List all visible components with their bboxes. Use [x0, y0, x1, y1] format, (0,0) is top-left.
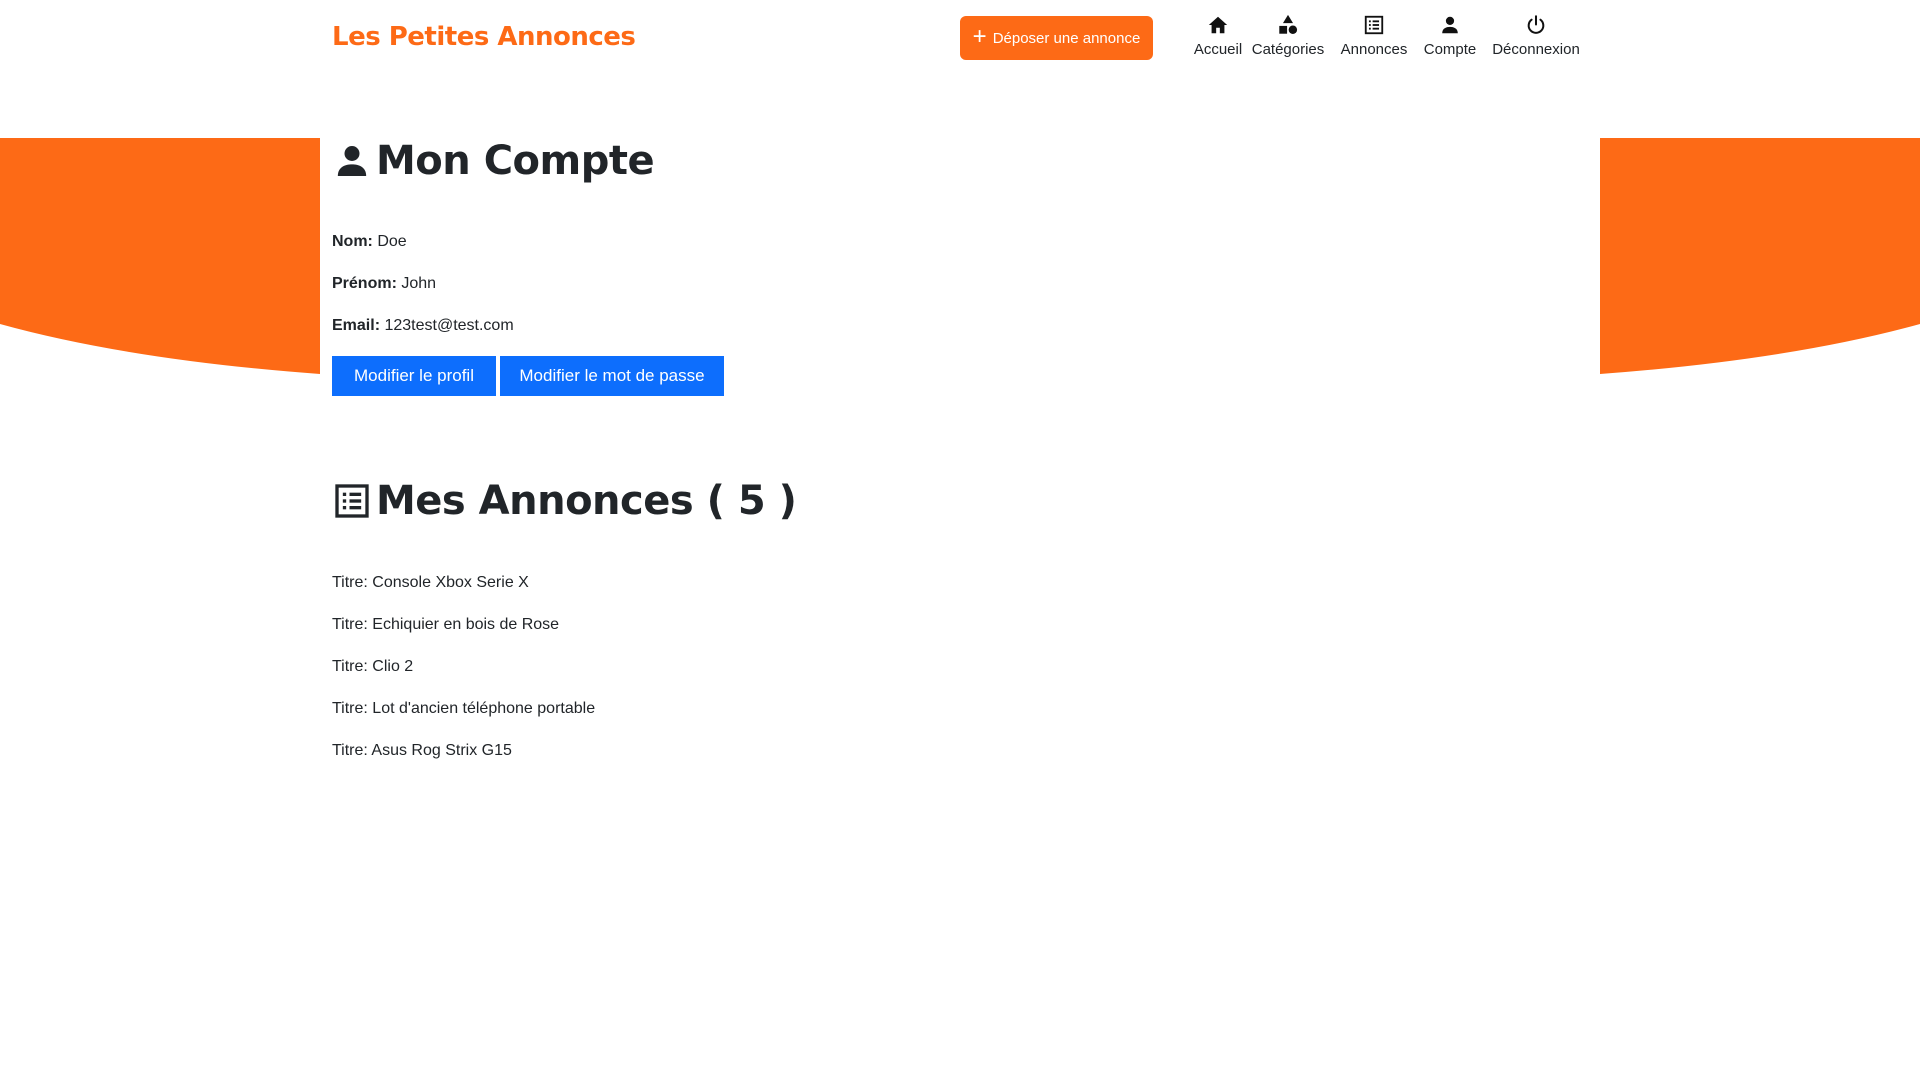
ad-list-item[interactable]: Titre: Console Xbox Serie X: [332, 574, 529, 592]
field-value: Doe: [377, 233, 407, 250]
nav-item-categories[interactable]: Catégories: [1252, 14, 1324, 64]
account-section-title: Mon Compte: [332, 138, 655, 184]
decorative-orange-shape-left: [0, 138, 320, 374]
account-field-email: Email: 123test@test.com: [332, 317, 514, 335]
top-navbar: Les Petites Annonces + Déposer une annon…: [0, 0, 1920, 90]
ad-list-item[interactable]: Titre: Lot d'ancien téléphone portable: [332, 700, 595, 718]
list-icon: [1364, 15, 1384, 35]
post-ad-label: Déposer une annonce: [992, 29, 1141, 47]
brand-logo-text[interactable]: Les Petites Annonces: [332, 22, 636, 52]
account-field-prenom: Prénom: John: [332, 275, 436, 293]
power-icon: [1527, 15, 1545, 34]
post-ad-button[interactable]: + Déposer une annonce: [960, 16, 1153, 60]
plus-icon: +: [972, 23, 987, 50]
ad-list-item[interactable]: Titre: Asus Rog Strix G15: [332, 742, 512, 760]
account-field-nom: Nom: Doe: [332, 233, 407, 251]
home-icon: [1208, 16, 1228, 34]
nav-item-deconnexion[interactable]: Déconnexion: [1490, 14, 1582, 64]
field-label: Nom:: [332, 233, 373, 250]
account-title-text: Mon Compte: [376, 138, 655, 184]
list-icon: [335, 484, 369, 518]
ad-list-item[interactable]: Titre: Clio 2: [332, 658, 413, 676]
nav-label-accueil: Accueil: [1193, 41, 1243, 58]
ads-section-title: Mes Annonces ( 5 ): [332, 478, 797, 524]
nav-label-deconnexion: Déconnexion: [1492, 41, 1580, 58]
ad-list-item[interactable]: Titre: Echiquier en bois de Rose: [332, 616, 559, 634]
shapes-icon: [1279, 14, 1298, 34]
nav-label-annonces: Annonces: [1340, 41, 1408, 58]
user-icon: [1442, 16, 1458, 34]
nav-label-compte: Compte: [1423, 41, 1477, 58]
nav-item-accueil[interactable]: Accueil: [1190, 14, 1246, 64]
nav-label-categories: Catégories: [1251, 41, 1325, 58]
field-value: 123test@test.com: [384, 317, 514, 334]
ads-title-text: Mes Annonces ( 5 ): [376, 478, 797, 524]
nav-item-annonces[interactable]: Annonces: [1340, 14, 1408, 64]
nav-item-compte[interactable]: Compte: [1422, 14, 1478, 64]
field-label: Prénom:: [332, 275, 397, 292]
user-icon: [337, 146, 367, 176]
field-value: John: [401, 275, 437, 292]
field-label: Email:: [332, 317, 381, 334]
edit-profile-button[interactable]: Modifier le profil: [332, 356, 496, 396]
decorative-orange-shape-right: [1600, 138, 1920, 374]
edit-password-button[interactable]: Modifier le mot de passe: [500, 356, 724, 396]
